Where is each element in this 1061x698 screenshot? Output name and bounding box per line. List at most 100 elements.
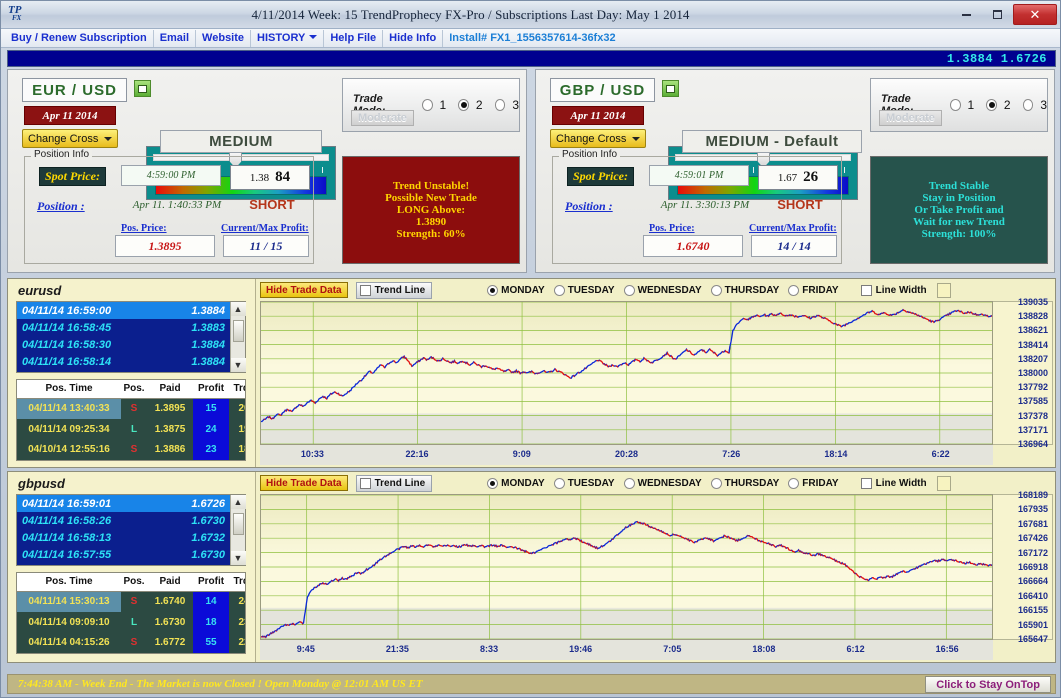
line-width-swatch[interactable] — [937, 476, 951, 491]
scrollbar-thumb[interactable] — [233, 320, 244, 342]
table-row[interactable]: 04/10/14 12:55:16 S 1.3886 23 18 — [17, 440, 246, 460]
gbpusd-spot-price-value: 1.67 26 — [758, 165, 838, 190]
list-item[interactable]: 04/11/14 16:58:30 1.3884 — [17, 336, 230, 353]
price-pips: 84 — [275, 169, 290, 186]
menu-install-id[interactable]: Install# FX1_1556357614-36fx32 — [442, 30, 621, 47]
cell-trd: 24 — [229, 592, 246, 612]
radio-icon[interactable] — [711, 285, 722, 296]
gbpusd-day-selector: MONDAY TUESDAY WEDNESDAY THURSDAY FRIDAY — [487, 478, 844, 489]
table-row[interactable]: 04/11/14 15:30:13 S 1.6740 14 24 — [17, 592, 246, 612]
radio-icon[interactable] — [554, 285, 565, 296]
day-option-monday[interactable]: MONDAY — [487, 285, 545, 296]
checkbox-icon[interactable] — [861, 478, 872, 489]
radio-icon[interactable] — [554, 478, 565, 489]
gbpusd-profit-label: Current/Max Profit: — [749, 223, 837, 234]
table-row[interactable]: 04/11/14 04:15:26 S 1.6772 55 22 — [17, 633, 246, 653]
x-tick-label: 16:56 — [936, 644, 959, 654]
day-option-tuesday[interactable]: TUESDAY — [554, 285, 615, 296]
close-button[interactable]: ✕ — [1013, 4, 1057, 25]
gbpusd-tick-list[interactable]: 04/11/14 16:59:01 1.6726 04/11/14 16:58:… — [16, 494, 246, 566]
stay-on-top-button[interactable]: Click to Stay OnTop — [925, 676, 1051, 693]
menu-buy-renew[interactable]: Buy / Renew Subscription — [5, 30, 153, 47]
day-option-thursday[interactable]: THURSDAY — [711, 478, 780, 489]
list-item[interactable]: 04/11/14 16:57:55 1.6730 — [17, 546, 230, 563]
tick-price: 1.3883 — [191, 322, 225, 334]
hide-trade-data-button[interactable]: Hide Trade Data — [260, 282, 348, 298]
trade-mode-radio-1[interactable] — [422, 99, 433, 111]
list-item[interactable]: 04/11/14 16:58:26 1.6730 — [17, 512, 230, 529]
gbpusd-position-info: Position Info Spot Price: 4:59:01 PM 1.6… — [552, 156, 842, 264]
menu-hide-info[interactable]: Hide Info — [382, 30, 442, 47]
maximize-button[interactable] — [982, 5, 1012, 25]
list-item[interactable]: 04/11/14 16:59:00 1.3884 — [17, 302, 230, 319]
radio-icon[interactable] — [624, 478, 635, 489]
trade-mode-radio-1[interactable] — [950, 99, 961, 111]
radio-icon[interactable] — [788, 478, 799, 489]
day-option-friday[interactable]: FRIDAY — [788, 285, 838, 296]
checkbox-icon[interactable] — [360, 285, 371, 296]
tick-list-scrollbar[interactable]: ▲ ▼ — [230, 495, 245, 565]
col-paid: Paid — [147, 380, 193, 398]
radio-icon[interactable] — [788, 285, 799, 296]
table-row[interactable]: 04/11/14 09:25:34 L 1.3875 24 19 — [17, 419, 246, 439]
list-item[interactable]: 04/11/14 16:59:01 1.6726 — [17, 495, 230, 512]
minimize-button[interactable] — [951, 5, 981, 25]
scrollbar-thumb[interactable] — [233, 513, 244, 535]
checkbox-icon[interactable] — [861, 285, 872, 296]
list-item[interactable]: 04/11/14 16:58:13 1.6732 — [17, 529, 230, 546]
menu-email[interactable]: Email — [153, 30, 195, 47]
tick-list-scrollbar[interactable]: ▲ ▼ — [230, 302, 245, 372]
day-option-thursday[interactable]: THURSDAY — [711, 285, 780, 296]
day-option-monday[interactable]: MONDAY — [487, 478, 545, 489]
line-width-toggle[interactable]: Line Width — [861, 476, 951, 491]
eurusd-change-cross-button[interactable]: Change Cross — [22, 129, 118, 148]
sound-icon[interactable] — [134, 80, 151, 97]
scroll-up-icon[interactable]: ▲ — [231, 302, 246, 316]
eurusd-plot[interactable] — [260, 301, 993, 445]
y-tick-label: 138828 — [1018, 311, 1048, 321]
trend-line-toggle[interactable]: Trend Line — [356, 282, 433, 299]
trend-line-toggle[interactable]: Trend Line — [356, 475, 433, 492]
checkbox-icon[interactable] — [360, 478, 371, 489]
y-tick-label: 138000 — [1018, 368, 1048, 378]
trade-mode-radio-2[interactable] — [986, 99, 997, 111]
line-width-toggle[interactable]: Line Width — [861, 283, 951, 298]
gbpusd-plot[interactable] — [260, 494, 993, 640]
list-item[interactable]: 04/11/14 16:58:14 1.3884 — [17, 353, 230, 370]
tick-price: 1.6732 — [191, 532, 225, 544]
table-row[interactable]: 04/11/14 13:40:33 S 1.3895 15 20 — [17, 399, 246, 419]
day-option-wednesday[interactable]: WEDNESDAY — [624, 478, 702, 489]
table-row[interactable]: 04/11/14 09:09:10 L 1.6730 18 23 — [17, 612, 246, 632]
eurusd-trade-table[interactable]: Pos. Time Pos. Paid Profit Trd# 04/11/14… — [16, 379, 246, 461]
menu-help-file[interactable]: Help File — [323, 30, 382, 47]
eurusd-position-label: Position : — [37, 199, 85, 214]
radio-icon[interactable] — [711, 478, 722, 489]
scroll-up-icon[interactable]: ▲ — [231, 495, 246, 509]
trade-mode-option-3: 3 — [1040, 98, 1047, 112]
list-item[interactable]: 04/11/14 16:58:45 1.3883 — [17, 319, 230, 336]
trade-mode-radio-3[interactable] — [1023, 99, 1034, 111]
gbpusd-trade-table[interactable]: Pos. Time Pos. Paid Profit Trd# 04/11/14… — [16, 572, 246, 654]
day-option-friday[interactable]: FRIDAY — [788, 478, 838, 489]
menu-website[interactable]: Website — [195, 30, 250, 47]
menu-history[interactable]: HISTORY — [250, 30, 323, 47]
trade-mode-radio-2[interactable] — [458, 99, 469, 111]
gbpusd-change-cross-button[interactable]: Change Cross — [550, 129, 646, 148]
radio-icon[interactable] — [487, 478, 498, 489]
radio-icon[interactable] — [624, 285, 635, 296]
x-tick-label: 9:09 — [513, 449, 531, 459]
eurusd-tick-list[interactable]: 04/11/14 16:59:00 1.3884 04/11/14 16:58:… — [16, 301, 246, 373]
trade-mode-option-1: 1 — [968, 98, 975, 112]
scroll-down-icon[interactable]: ▼ — [231, 358, 246, 372]
scrollbar-track[interactable] — [233, 316, 244, 358]
line-width-swatch[interactable] — [937, 283, 951, 298]
trade-mode-radio-3[interactable] — [495, 99, 506, 111]
scrollbar-track[interactable] — [233, 509, 244, 551]
day-option-wednesday[interactable]: WEDNESDAY — [624, 285, 702, 296]
hide-trade-data-button[interactable]: Hide Trade Data — [260, 475, 348, 491]
sound-icon[interactable] — [662, 80, 679, 97]
scroll-down-icon[interactable]: ▼ — [231, 551, 246, 565]
day-option-tuesday[interactable]: TUESDAY — [554, 478, 615, 489]
cell-pos-time: 04/11/14 13:40:33 — [17, 399, 121, 419]
radio-icon[interactable] — [487, 285, 498, 296]
